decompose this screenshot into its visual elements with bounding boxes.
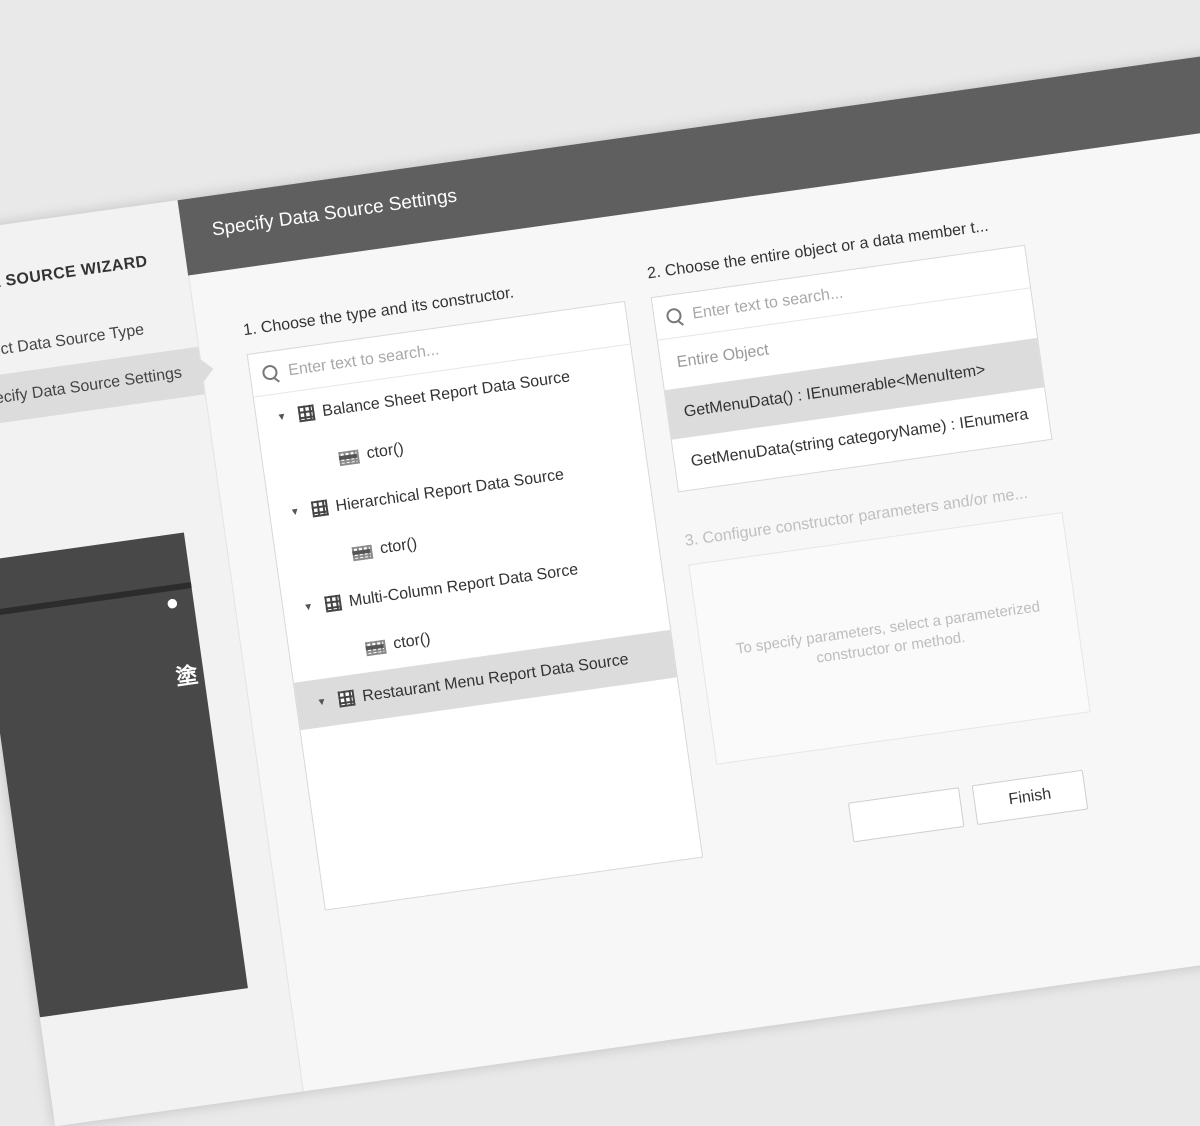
expand-caret-icon[interactable]: ▼ bbox=[274, 393, 290, 442]
search-icon bbox=[665, 307, 683, 325]
table-icon bbox=[324, 594, 343, 613]
sidebar-item-label: Specify Data Source Settings bbox=[0, 364, 183, 411]
wizard-title: DATA SOURCE WIZARD bbox=[0, 253, 149, 297]
tree-item-label: ctor() bbox=[378, 535, 419, 558]
constructor-icon bbox=[351, 544, 374, 562]
parameters-panel: To specify parameters, select a paramete… bbox=[688, 512, 1091, 765]
wizard-sidebar: DATA SOURCE WIZARD Select Data Source Ty… bbox=[0, 200, 304, 1126]
search-icon bbox=[261, 364, 279, 381]
expand-caret-icon[interactable]: ▼ bbox=[287, 488, 303, 537]
table-icon bbox=[337, 689, 356, 708]
secondary-button[interactable] bbox=[847, 787, 965, 843]
page-title: Specify Data Source Settings bbox=[210, 185, 459, 241]
expand-caret-icon[interactable]: ▼ bbox=[314, 679, 330, 728]
page-header: Specify Data Source Settings bbox=[177, 54, 1200, 276]
parameters-hint: To specify parameters, select a paramete… bbox=[734, 598, 1042, 667]
table-icon bbox=[310, 499, 329, 518]
table-icon bbox=[297, 404, 316, 423]
data-source-wizard: DATA SOURCE WIZARD Select Data Source Ty… bbox=[0, 54, 1200, 1126]
wizard-stage: DATA SOURCE WIZARD Select Data Source Ty… bbox=[0, 54, 1200, 1126]
tree-item-label: ctor() bbox=[365, 440, 405, 463]
tree-item-label: ctor() bbox=[392, 630, 432, 653]
expand-caret-icon[interactable]: ▼ bbox=[300, 583, 316, 632]
finish-button[interactable]: Finish bbox=[971, 769, 1089, 825]
constructor-icon bbox=[364, 639, 387, 657]
constructor-icon bbox=[338, 449, 360, 467]
data-member-panel: Entire Object GetMenuData() : IEnumerabl… bbox=[650, 244, 1053, 493]
localization-icon: 塗 bbox=[174, 662, 200, 690]
type-tree-panel: ▼ Balance Sheet Report Data Source ctor(… bbox=[246, 300, 704, 911]
